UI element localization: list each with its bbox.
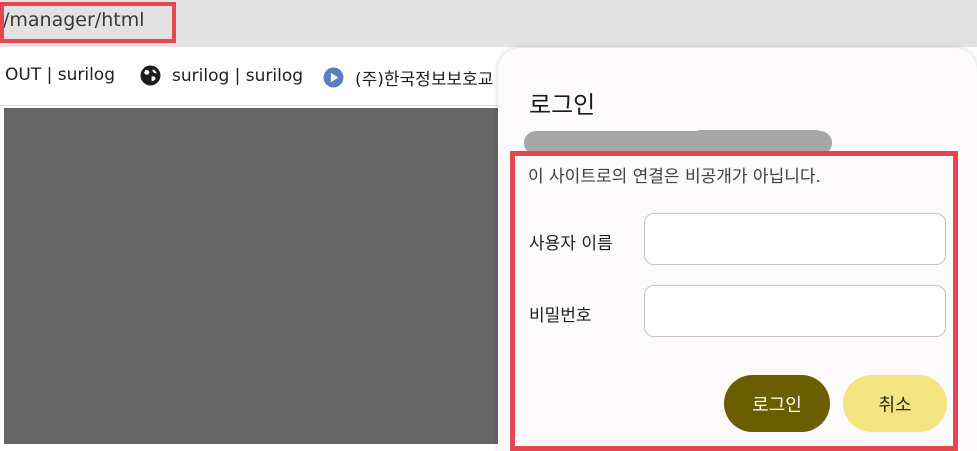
password-input[interactable] xyxy=(644,285,946,337)
username-input[interactable] xyxy=(644,213,946,265)
address-highlight-box xyxy=(0,2,176,43)
bookmark-surilog[interactable]: surilog | surilog xyxy=(140,65,303,86)
page-content-area xyxy=(4,108,498,444)
username-label: 사용자 이름 xyxy=(529,234,613,254)
login-dialog: 로그인 이 사이트로의 연결은 비공개가 아닙니다. 사용자 이름 비밀번호 로… xyxy=(498,48,977,451)
login-button[interactable]: 로그인 xyxy=(724,375,830,432)
dialog-title: 로그인 xyxy=(529,91,596,119)
play-icon xyxy=(323,67,344,88)
bookmark-label: (주)한국정보보호교 xyxy=(355,70,494,90)
redacted-url-overlap xyxy=(688,130,828,156)
globe-icon xyxy=(140,65,161,86)
dialog-message: 이 사이트로의 연결은 비공개가 아닙니다. xyxy=(528,167,821,187)
password-label: 비밀번호 xyxy=(529,306,592,326)
bookmark-korea-info[interactable]: (주)한국정보보호교 xyxy=(323,65,493,90)
cancel-button[interactable]: 취소 xyxy=(843,375,947,432)
bookmark-out-surilog[interactable]: OUT | surilog xyxy=(5,65,115,85)
bookmark-label: surilog | surilog xyxy=(172,65,304,86)
bookmark-label: OUT | surilog xyxy=(5,65,116,85)
